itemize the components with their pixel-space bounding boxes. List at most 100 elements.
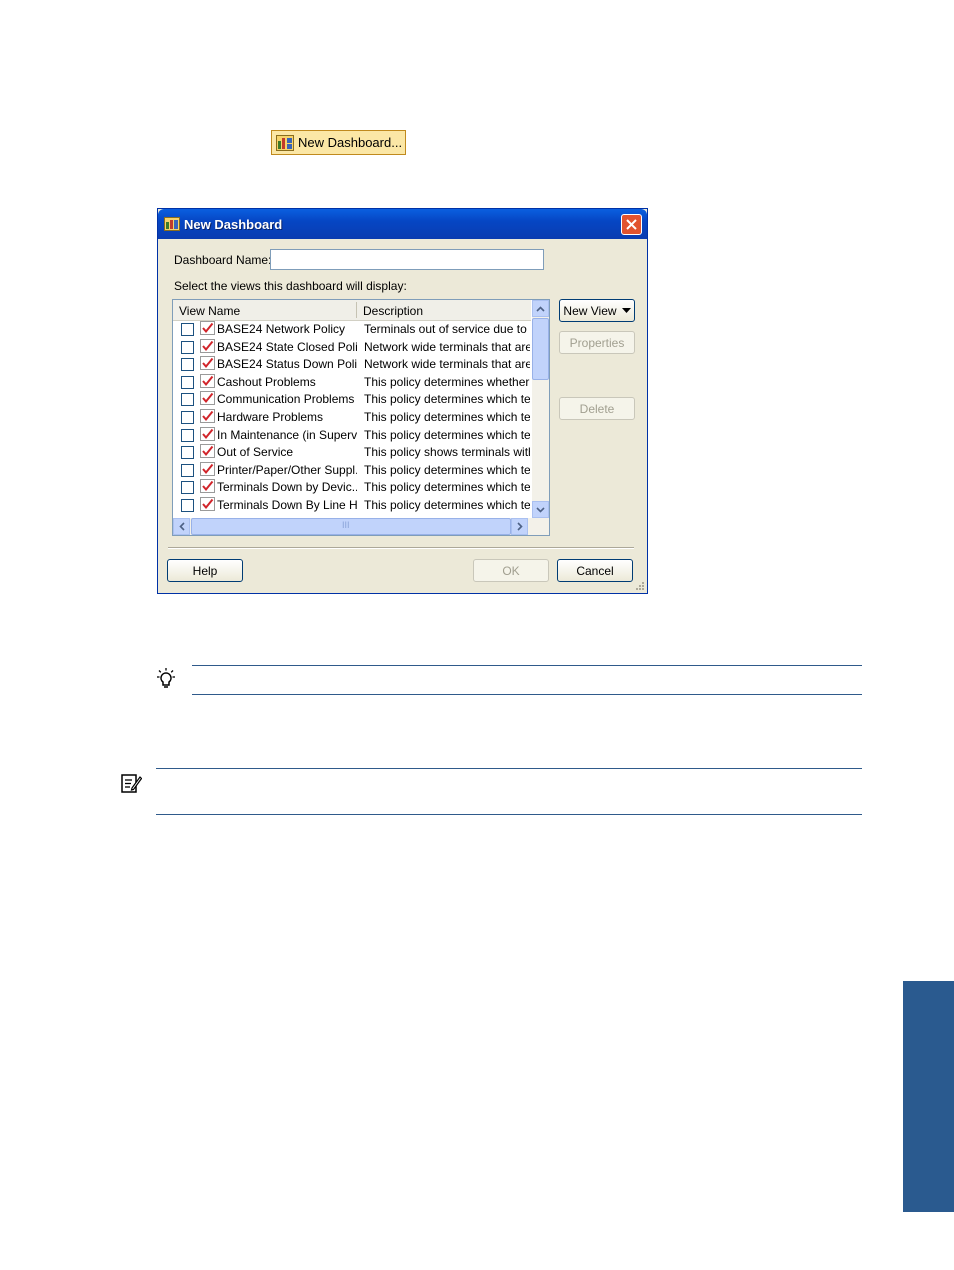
policy-check-icon bbox=[200, 356, 215, 371]
new-dashboard-dialog: New Dashboard Dashboard Name: Select the… bbox=[157, 208, 648, 594]
list-item[interactable]: Printer/Paper/Other Suppl... This policy … bbox=[173, 461, 531, 479]
view-description: This policy determines which ter... bbox=[364, 392, 530, 407]
cancel-button[interactable]: Cancel bbox=[557, 559, 633, 582]
list-item[interactable]: Terminals Down by Devic... This policy de… bbox=[173, 478, 531, 496]
ok-button[interactable]: OK bbox=[473, 559, 549, 582]
dashboard-name-input[interactable] bbox=[270, 249, 544, 270]
delete-label: Delete bbox=[579, 401, 615, 416]
column-separator[interactable] bbox=[356, 302, 357, 318]
list-item[interactable]: In Maintenance (in Superv... This policy … bbox=[173, 426, 531, 444]
view-name: Printer/Paper/Other Suppl... bbox=[217, 462, 357, 477]
policy-check-icon bbox=[200, 461, 215, 476]
view-name: BASE24 State Closed Policy bbox=[217, 339, 357, 354]
view-description: This policy determines which ter... bbox=[364, 462, 530, 477]
note-icon bbox=[121, 774, 142, 793]
view-description: Terminals out of service due to B... bbox=[364, 322, 530, 336]
list-rows: BASE24 Network Policy Terminals out of se… bbox=[173, 320, 531, 514]
new-view-button[interactable]: New View bbox=[559, 299, 635, 322]
view-checkbox[interactable] bbox=[181, 375, 194, 389]
new-dashboard-toolbar-label: New Dashboard... bbox=[298, 135, 403, 150]
close-button[interactable] bbox=[621, 214, 642, 235]
vertical-scroll-thumb[interactable] bbox=[532, 318, 549, 380]
properties-button[interactable]: Properties bbox=[559, 331, 635, 354]
note-bottom-rule bbox=[156, 814, 862, 815]
view-description: This policy determines whether t... bbox=[364, 374, 530, 389]
dashboard-icon bbox=[276, 134, 294, 151]
list-item[interactable]: Hardware Problems This policy determines … bbox=[173, 408, 531, 426]
scroll-down-button[interactable] bbox=[532, 501, 549, 518]
list-item[interactable]: Terminals Down By Line H... This policy d… bbox=[173, 496, 531, 514]
column-header-description[interactable]: Description bbox=[363, 304, 423, 318]
lightbulb-icon bbox=[157, 668, 175, 688]
help-label: Help bbox=[192, 563, 218, 578]
dialog-titlebar[interactable]: New Dashboard bbox=[158, 209, 647, 239]
view-description: This policy determines which ter... bbox=[364, 480, 530, 495]
list-item[interactable]: BASE24 Status Down Poli... Network wide t… bbox=[173, 355, 531, 373]
view-checkbox[interactable] bbox=[181, 410, 194, 424]
view-checkbox[interactable] bbox=[181, 463, 194, 477]
list-item[interactable]: Out of Service This policy shows terminal… bbox=[173, 443, 531, 461]
policy-check-icon bbox=[200, 408, 215, 423]
view-name: Hardware Problems bbox=[217, 409, 324, 424]
scroll-up-button[interactable] bbox=[532, 300, 549, 317]
list-item[interactable]: Cashout Problems This policy determines w… bbox=[173, 373, 531, 391]
view-description: This policy determines which ter... bbox=[364, 409, 530, 424]
scroll-grip: III bbox=[342, 520, 350, 530]
view-checkbox[interactable] bbox=[181, 481, 194, 495]
scroll-left-button[interactable] bbox=[173, 518, 190, 535]
view-name: BASE24 Network Policy bbox=[217, 322, 346, 336]
scroll-right-button[interactable] bbox=[511, 518, 528, 535]
policy-check-icon bbox=[200, 444, 215, 459]
column-header-view-name[interactable]: View Name bbox=[179, 304, 240, 318]
view-description: This policy shows terminals with f... bbox=[364, 445, 530, 460]
list-item[interactable]: BASE24 State Closed Policy Network wide t… bbox=[173, 338, 531, 356]
view-checkbox[interactable] bbox=[181, 358, 194, 372]
policy-check-icon bbox=[200, 496, 215, 511]
view-checkbox[interactable] bbox=[181, 323, 194, 336]
dashboard-icon bbox=[164, 217, 180, 231]
dialog-title: New Dashboard bbox=[184, 217, 283, 232]
new-dashboard-toolbar-button[interactable]: New Dashboard... bbox=[271, 130, 406, 155]
dialog-divider bbox=[168, 547, 634, 549]
view-description: This policy determines which ter... bbox=[364, 497, 530, 512]
policy-check-icon bbox=[200, 338, 215, 353]
list-item[interactable]: BASE24 Network Policy Terminals out of se… bbox=[173, 320, 531, 338]
note-top-rule bbox=[156, 768, 862, 769]
policy-check-icon bbox=[200, 321, 215, 335]
dropdown-arrow-icon bbox=[621, 308, 631, 313]
views-list[interactable]: View Name Description BASE24 Network Pol… bbox=[172, 299, 550, 536]
help-button[interactable]: Help bbox=[167, 559, 243, 582]
cancel-label: Cancel bbox=[576, 563, 614, 578]
ok-label: OK bbox=[502, 563, 520, 578]
list-item[interactable]: Communication Problems This policy determ… bbox=[173, 390, 531, 408]
horizontal-scrollbar[interactable]: III bbox=[173, 518, 549, 535]
view-checkbox[interactable] bbox=[181, 393, 194, 407]
delete-button[interactable]: Delete bbox=[559, 397, 635, 420]
chapter-side-tab bbox=[903, 981, 954, 1212]
horizontal-scroll-thumb[interactable]: III bbox=[191, 518, 511, 535]
view-checkbox[interactable] bbox=[181, 340, 194, 354]
policy-check-icon bbox=[200, 391, 215, 406]
views-label: Select the views this dashboard will dis… bbox=[174, 279, 407, 293]
resize-grip-icon[interactable] bbox=[634, 580, 644, 590]
view-name: In Maintenance (in Superv... bbox=[217, 427, 357, 442]
view-description: Network wide terminals that are ... bbox=[364, 339, 530, 354]
properties-label: Properties bbox=[569, 335, 625, 350]
chevron-right-icon bbox=[516, 522, 523, 531]
view-description: This policy determines which ter... bbox=[364, 427, 530, 442]
view-checkbox[interactable] bbox=[181, 498, 194, 512]
view-checkbox[interactable] bbox=[181, 428, 194, 442]
vertical-scrollbar[interactable] bbox=[532, 300, 549, 518]
policy-check-icon bbox=[200, 373, 215, 388]
view-name: Terminals Down By Line H... bbox=[217, 497, 357, 512]
chevron-left-icon bbox=[178, 522, 185, 531]
view-checkbox[interactable] bbox=[181, 446, 194, 460]
view-name: Communication Problems bbox=[217, 392, 355, 407]
dashboard-name-label: Dashboard Name: bbox=[174, 253, 272, 267]
list-header: View Name Description bbox=[173, 300, 531, 321]
policy-check-icon bbox=[200, 426, 215, 441]
chevron-down-icon bbox=[536, 506, 545, 513]
chevron-up-icon bbox=[536, 305, 545, 312]
view-name: Cashout Problems bbox=[217, 374, 316, 389]
close-icon bbox=[626, 219, 637, 230]
